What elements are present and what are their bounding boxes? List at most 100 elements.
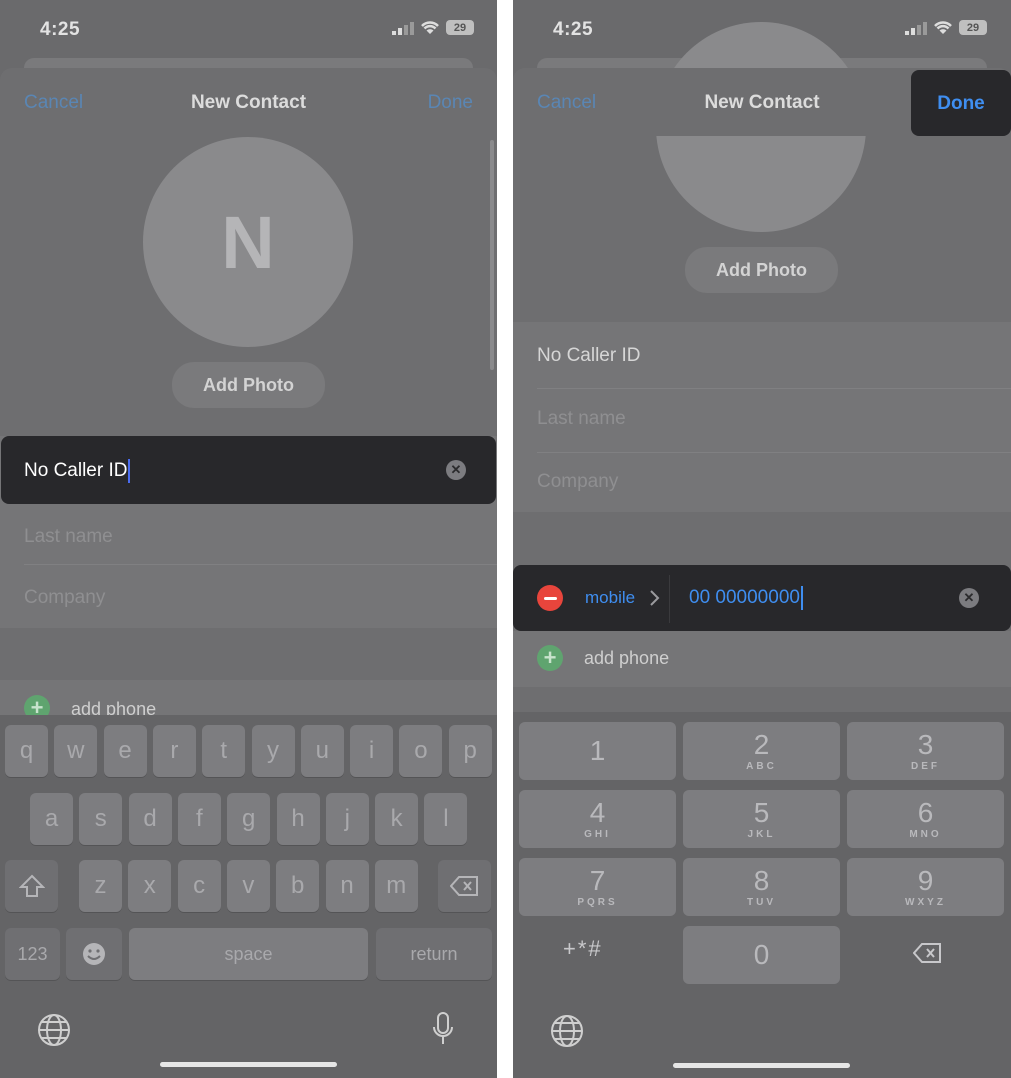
space-key[interactable]: space <box>129 928 368 980</box>
keypad-key-3[interactable]: 3 DEF <box>847 722 1004 780</box>
key-digit: 6 <box>917 796 934 828</box>
status-time: 4:25 <box>553 19 594 40</box>
phone-label[interactable]: mobile <box>585 588 635 608</box>
add-phone-icon[interactable]: + <box>537 645 563 671</box>
key-c[interactable]: c <box>177 860 221 912</box>
clear-icon[interactable]: ✕ <box>446 460 466 480</box>
key-a[interactable]: a <box>30 793 73 845</box>
key-i[interactable]: i <box>350 725 394 777</box>
phone-number-wrap: 00 00000000 <box>689 586 803 610</box>
globe-icon[interactable] <box>550 1014 584 1053</box>
status-icons: 29 <box>392 20 474 35</box>
key-b[interactable]: b <box>276 860 320 912</box>
key-g[interactable]: g <box>227 793 271 845</box>
add-phone-label[interactable]: add phone <box>584 648 669 669</box>
return-key[interactable]: return <box>376 928 492 980</box>
key-w[interactable]: w <box>54 725 98 777</box>
key-digit: 5 <box>753 796 770 828</box>
keypad-key-4[interactable]: 4 GHI <box>519 790 676 848</box>
keypad-key-7[interactable]: 7 PQRS <box>519 858 676 916</box>
key-digit: 2 <box>753 728 770 760</box>
clear-icon[interactable]: ✕ <box>959 588 979 608</box>
done-button[interactable]: Done <box>911 93 1011 115</box>
keypad-key-8[interactable]: 8 TUV <box>683 858 840 916</box>
key-n[interactable]: n <box>325 860 369 912</box>
keypad-key-6[interactable]: 6 MNO <box>847 790 1004 848</box>
phone-number-value[interactable]: 00 00000000 <box>689 587 800 609</box>
wifi-icon <box>934 21 952 34</box>
chevron-right-icon <box>650 590 660 606</box>
text-cursor <box>800 586 803 610</box>
done-button-highlight[interactable]: Done <box>911 70 1011 136</box>
key-letters: TUV <box>747 896 776 908</box>
first-name-value-wrap: No Caller ID <box>24 459 131 483</box>
key-digit: 4 <box>589 796 606 828</box>
symbols-key[interactable]: +*# <box>563 936 603 962</box>
company-field[interactable]: Company <box>24 587 105 609</box>
key-letters: DEF <box>911 760 940 772</box>
scrollbar[interactable] <box>490 140 494 370</box>
key-h[interactable]: h <box>276 793 320 845</box>
phone-row[interactable]: mobile 00 00000000 ✕ <box>513 565 1011 631</box>
text-cursor <box>128 459 131 483</box>
microphone-icon[interactable] <box>431 1011 455 1052</box>
key-q[interactable]: q <box>5 725 48 777</box>
phone-section: + add phone <box>513 631 1011 687</box>
key-f[interactable]: f <box>177 793 221 845</box>
keypad-key-1[interactable]: 1 <box>519 722 676 780</box>
key-t[interactable]: t <box>202 725 246 777</box>
globe-icon[interactable] <box>37 1013 71 1052</box>
signal-icon <box>392 21 414 35</box>
key-digit: 0 <box>753 939 770 970</box>
remove-phone-icon[interactable] <box>537 585 563 611</box>
company-field[interactable]: Company <box>537 471 618 493</box>
key-l[interactable]: l <box>424 793 468 845</box>
key-p[interactable]: p <box>448 725 492 777</box>
key-letters: WXYZ <box>905 896 946 908</box>
done-button[interactable]: Done <box>428 92 473 114</box>
keyboard: qwertyuiop asdfghjkl zxcvbnm 123 space r… <box>0 715 497 1078</box>
emoji-key[interactable] <box>66 928 122 980</box>
add-photo-button[interactable]: Add Photo <box>172 362 325 408</box>
first-name-value: No Caller ID <box>24 460 128 481</box>
last-name-field[interactable]: Last name <box>537 408 626 430</box>
first-name-field[interactable]: No Caller ID ✕ <box>1 436 496 504</box>
key-s[interactable]: s <box>79 793 123 845</box>
last-name-field[interactable]: Last name <box>24 526 113 548</box>
key-x[interactable]: x <box>128 860 172 912</box>
divider <box>669 575 670 623</box>
key-e[interactable]: e <box>103 725 147 777</box>
delete-key[interactable] <box>438 860 491 912</box>
key-v[interactable]: v <box>226 860 270 912</box>
add-photo-button[interactable]: Add Photo <box>685 247 838 293</box>
avatar: N <box>143 137 353 347</box>
status-icons: 29 <box>905 20 987 35</box>
wifi-icon <box>421 21 439 34</box>
key-z[interactable]: z <box>79 860 122 912</box>
first-name-field[interactable]: No Caller ID <box>537 345 640 367</box>
key-r[interactable]: r <box>152 725 196 777</box>
keypad-key-5[interactable]: 5 JKL <box>683 790 840 848</box>
left-screenshot: 4:25 29 Cancel New Contact Done N Add Ph… <box>0 0 497 1078</box>
name-fields: No Caller ID Last name Company <box>513 322 1011 512</box>
key-d[interactable]: d <box>128 793 172 845</box>
key-j[interactable]: j <box>325 793 369 845</box>
key-digit: 9 <box>917 864 934 896</box>
numbers-key[interactable]: 123 <box>5 928 60 980</box>
nav-title: New Contact <box>190 92 307 113</box>
key-m[interactable]: m <box>374 860 418 912</box>
right-screenshot: 4:25 29 N Cancel New Contact Add Photo D… <box>513 0 1011 1078</box>
keypad-key-0[interactable]: 0 <box>683 926 840 984</box>
key-o[interactable]: o <box>399 725 443 777</box>
delete-icon[interactable] <box>912 942 943 969</box>
key-k[interactable]: k <box>375 793 419 845</box>
divider <box>537 452 1011 453</box>
key-y[interactable]: y <box>251 725 295 777</box>
shift-key[interactable] <box>5 860 58 912</box>
key-letters: JKL <box>747 828 776 840</box>
shift-icon <box>18 874 45 897</box>
keypad-key-9[interactable]: 9 WXYZ <box>847 858 1004 916</box>
delete-icon <box>449 876 478 896</box>
key-u[interactable]: u <box>300 725 344 777</box>
keypad-key-2[interactable]: 2 ABC <box>683 722 840 780</box>
